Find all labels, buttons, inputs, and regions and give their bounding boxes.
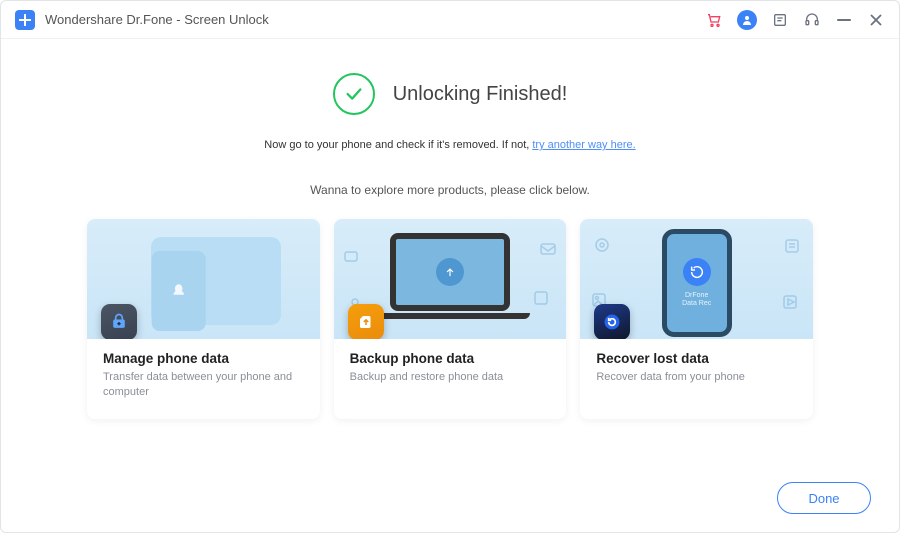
card-title: Backup phone data xyxy=(350,351,551,366)
feedback-icon[interactable] xyxy=(771,11,789,29)
titlebar-actions xyxy=(705,10,885,30)
app-title: Wondershare Dr.Fone - Screen Unlock xyxy=(45,12,269,27)
support-icon[interactable] xyxy=(803,11,821,29)
card-illustration: DrFoneData Rec xyxy=(580,219,813,339)
app-logo-icon xyxy=(15,10,35,30)
close-button[interactable] xyxy=(867,11,885,29)
card-illustration xyxy=(87,219,320,339)
main-content: Unlocking Finished! Now go to your phone… xyxy=(1,39,899,419)
status-title: Unlocking Finished! xyxy=(393,83,568,106)
explore-prompt: Wanna to explore more products, please c… xyxy=(41,183,859,197)
card-title: Manage phone data xyxy=(103,351,304,366)
status-subtext: Now go to your phone and check if it's r… xyxy=(41,139,859,151)
status-sub-prefix: Now go to your phone and check if it's r… xyxy=(264,139,532,151)
card-manage-phone-data[interactable]: Manage phone data Transfer data between … xyxy=(87,219,320,419)
done-button[interactable]: Done xyxy=(777,482,871,514)
cart-icon[interactable] xyxy=(705,11,723,29)
card-desc: Backup and restore phone data xyxy=(350,370,551,385)
footer: Done xyxy=(777,482,871,514)
card-illustration xyxy=(334,219,567,339)
card-desc: Transfer data between your phone and com… xyxy=(103,370,304,401)
minimize-button[interactable] xyxy=(835,11,853,29)
try-another-way-link[interactable]: try another way here. xyxy=(532,139,635,151)
card-title: Recover lost data xyxy=(596,351,797,366)
card-recover-lost-data[interactable]: DrFoneData Rec Recover lost data Recover… xyxy=(580,219,813,419)
recover-badge-icon xyxy=(594,304,630,339)
card-desc: Recover data from your phone xyxy=(596,370,797,385)
app-window: Wondershare Dr.Fone - Screen Unlock xyxy=(0,0,900,533)
manage-badge-icon xyxy=(101,304,137,339)
backup-badge-icon xyxy=(348,304,384,339)
status-row: Unlocking Finished! xyxy=(41,73,859,115)
product-cards: Manage phone data Transfer data between … xyxy=(41,219,859,419)
titlebar: Wondershare Dr.Fone - Screen Unlock xyxy=(1,1,899,39)
success-check-icon xyxy=(333,73,375,115)
account-icon[interactable] xyxy=(737,10,757,30)
card-backup-phone-data[interactable]: Backup phone data Backup and restore pho… xyxy=(334,219,567,419)
phone-label-decor: DrFoneData Rec xyxy=(682,292,711,307)
